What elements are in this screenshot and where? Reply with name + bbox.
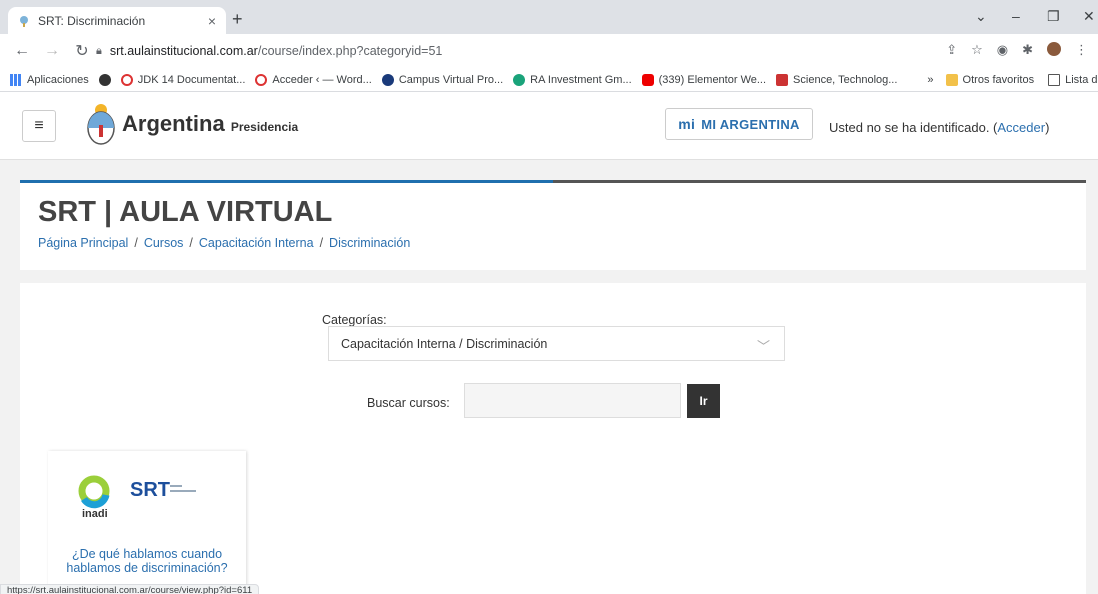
reload-icon[interactable]: ↻ <box>74 41 90 61</box>
restore-icon[interactable]: ❐ <box>1047 8 1060 25</box>
url-path: /course/index.php?categoryid=51 <box>257 44 443 58</box>
tab-title: SRT: Discriminación <box>38 13 146 28</box>
globe-icon <box>98 73 111 86</box>
login-status: Usted no se ha identificado. (Acceder) <box>829 120 1050 135</box>
profile-avatar-icon[interactable] <box>1047 42 1061 56</box>
argentina-logo[interactable]: Argentina Presidencia <box>84 101 298 147</box>
search-courses-input[interactable] <box>464 383 681 418</box>
share-icon[interactable]: ⇪ <box>946 42 957 58</box>
search-go-button[interactable]: Ir <box>687 384 720 418</box>
mi-argentina-label: MI ARGENTINA <box>701 116 800 132</box>
site-navbar: ≡ Argentina Presidencia mi MI ARGENTINA … <box>0 92 1098 160</box>
bookmark-acceder[interactable]: Acceder ‹ — Word... <box>255 73 372 86</box>
toolbar-icons: ⇪ ☆ ◉ ✱ ⋮ <box>946 42 1088 58</box>
bookmark-campus[interactable]: Campus Virtual Pro... <box>381 73 503 86</box>
opera-icon <box>120 73 133 86</box>
course-card[interactable]: inadi SRT ¿De qué hablamos cuando hablam… <box>48 451 246 594</box>
bookmark-ra[interactable]: RA Investment Gm... <box>513 73 632 86</box>
close-window-icon[interactable]: ✕ <box>1083 8 1095 25</box>
categories-select[interactable]: Capacitación Interna / Discriminación ﹀ <box>328 326 785 361</box>
inadi-logo-text: inadi <box>82 508 108 520</box>
site-favicon-icon <box>20 15 28 27</box>
breadcrumb-courses[interactable]: Cursos <box>144 236 184 250</box>
browser-tab-bar: SRT: Discriminación × + ⌄ – ❐ ✕ <box>0 0 1098 34</box>
breadcrumb-discriminacion[interactable]: Discriminación <box>329 236 410 250</box>
extension-icon[interactable]: ◉ <box>997 42 1008 58</box>
chevron-down-icon: ﹀ <box>756 339 770 354</box>
status-bar-url: https://srt.aulainstitucional.com.ar/cou… <box>0 584 260 594</box>
address-toolbar: ← → ↻ 🔒︎ srt.aulainstitucional.com.ar/co… <box>0 34 1098 68</box>
coat-of-arms-icon <box>87 104 115 145</box>
brand-name: Argentina Presidencia <box>122 111 299 136</box>
close-tab-icon[interactable]: × <box>208 13 216 29</box>
ra-icon <box>513 73 526 86</box>
login-link[interactable]: Acceder <box>997 120 1045 135</box>
breadcrumb-capacitacion[interactable]: Capacitación Interna <box>199 236 314 250</box>
bookmark-science[interactable]: Science, Technolog... <box>776 73 897 86</box>
bookmark-other-favorites[interactable]: Otros favoritos <box>945 73 1034 86</box>
categories-label: Categorías: <box>322 313 387 327</box>
mi-prefix: mi <box>678 116 696 132</box>
youtube-icon <box>641 73 654 86</box>
bookmarks-more[interactable]: » <box>927 74 933 86</box>
bookmark-star-icon[interactable]: ☆ <box>971 42 983 58</box>
science-icon <box>776 73 789 86</box>
page-content: ≡ Argentina Presidencia mi MI ARGENTINA … <box>0 92 1098 594</box>
srt-logo-text: SRT <box>130 479 170 501</box>
new-tab-button[interactable]: + <box>232 9 243 30</box>
search-courses-label: Buscar cursos: <box>367 396 450 410</box>
bookmark-reading-list[interactable]: Lista de lectura <box>1048 73 1098 86</box>
bookmark-jdk[interactable]: JDK 14 Documentat... <box>98 73 245 86</box>
course-title-link[interactable]: ¿De qué hablamos cuando hablamos de disc… <box>48 547 246 575</box>
opera-icon <box>255 73 268 86</box>
breadcrumb-home[interactable]: Página Principal <box>38 236 128 250</box>
page-header: SRT | AULA VIRTUAL Página Principal / Cu… <box>20 180 1086 270</box>
apps-grid-icon <box>10 73 22 86</box>
menu-hamburger-icon[interactable]: ≡ <box>22 110 56 142</box>
browser-tab[interactable]: SRT: Discriminación × <box>8 7 226 34</box>
back-icon[interactable]: ← <box>14 42 30 60</box>
bookmarks-bar: Aplicaciones JDK 14 Documentat... Accede… <box>0 68 1098 92</box>
accent-bar <box>20 180 553 183</box>
breadcrumb: Página Principal / Cursos / Capacitación… <box>38 236 411 250</box>
page-title: SRT | AULA VIRTUAL <box>38 196 333 228</box>
bookmark-apps[interactable]: Aplicaciones <box>10 73 89 86</box>
url-host: srt.aulainstitucional.com.ar <box>109 44 258 58</box>
puzzle-icon[interactable]: ✱ <box>1022 42 1033 58</box>
bookmark-youtube[interactable]: (339) Elementor We... <box>641 73 766 86</box>
tab-search-icon[interactable]: ⌄ <box>975 8 987 25</box>
folder-icon <box>945 73 958 86</box>
campus-icon <box>381 73 394 86</box>
lock-icon[interactable]: 🔒︎ <box>96 45 102 58</box>
forward-icon[interactable]: → <box>44 42 60 60</box>
minimize-icon[interactable]: – <box>1012 8 1020 24</box>
menu-kebab-icon[interactable]: ⋮ <box>1075 42 1088 58</box>
mi-argentina-button[interactable]: mi MI ARGENTINA <box>665 108 813 140</box>
reading-list-icon <box>1048 73 1061 86</box>
